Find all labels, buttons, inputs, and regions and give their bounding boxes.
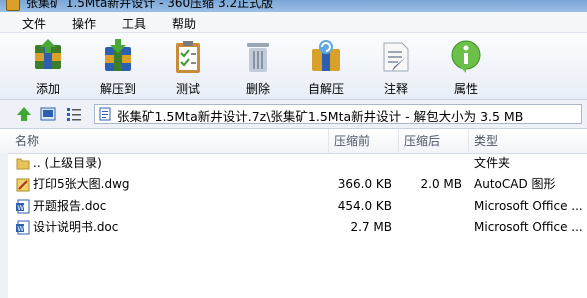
extract-to-label: 解压到 xyxy=(99,82,136,96)
file-list-header: 名称 压缩前 压缩后 类型 xyxy=(0,129,587,154)
delete-trash-icon xyxy=(247,43,269,72)
self-extract-button[interactable]: 自解压 xyxy=(296,35,356,97)
doc-file-icon: W xyxy=(16,199,30,214)
table-row[interactable]: W 开题报告.doc 454.0 KB Microsoft Office ... xyxy=(0,196,587,217)
view-thumbnail-icon[interactable] xyxy=(40,106,56,122)
file-size-before: 454.0 KB xyxy=(337,199,392,213)
file-size-after xyxy=(400,196,462,217)
file-size-after xyxy=(400,153,462,174)
menu-help[interactable]: 帮助 xyxy=(172,15,196,32)
menu-bar: 文件 操作 工具 帮助 xyxy=(0,12,587,33)
app-icon xyxy=(6,0,20,11)
properties-button[interactable]: 属性 xyxy=(436,35,496,97)
path-field[interactable]: 张集矿1.5Mta新井设计.7z\张集矿1.5Mta新井设计 - 解包大小为 3… xyxy=(94,104,582,124)
extract-to-icon xyxy=(105,39,131,71)
column-before[interactable]: 压缩前 xyxy=(328,129,398,153)
column-name[interactable]: 名称 xyxy=(10,129,328,153)
comment-label: 注释 xyxy=(383,82,408,96)
test-label: 测试 xyxy=(175,82,200,96)
add-button[interactable]: 添加 xyxy=(18,35,78,97)
table-row[interactable]: 打印5张大图.dwg 366.0 KB 2.0 MB AutoCAD 图形 xyxy=(0,174,587,195)
menu-tools[interactable]: 工具 xyxy=(122,15,146,32)
menu-operation[interactable]: 操作 xyxy=(72,15,96,32)
title-bar: 张集矿 1.5Mta新井设计 - 360压缩 3.2正式版 xyxy=(0,0,587,12)
self-extract-icon xyxy=(312,40,340,71)
properties-label: 属性 xyxy=(453,82,478,96)
file-size-after xyxy=(400,217,462,238)
add-archive-icon xyxy=(35,39,61,69)
file-size-before xyxy=(330,153,392,174)
file-size-before: 2.7 MB xyxy=(350,220,392,234)
delete-button[interactable]: 删除 xyxy=(228,35,288,97)
view-list-icon[interactable] xyxy=(66,106,82,122)
file-name: .. (上级目录) xyxy=(33,156,102,170)
svg-text:W: W xyxy=(17,204,24,212)
file-type: Microsoft Office ... xyxy=(474,199,583,213)
add-label: 添加 xyxy=(35,82,60,96)
file-name: 打印5张大图.dwg xyxy=(33,177,130,191)
extract-to-button[interactable]: 解压到 xyxy=(88,35,148,97)
file-name: 设计说明书.doc xyxy=(33,220,119,234)
dwg-file-icon xyxy=(16,178,30,192)
file-type: 文件夹 xyxy=(474,156,511,170)
test-clipboard-icon xyxy=(176,41,200,73)
self-extract-label: 自解压 xyxy=(307,82,344,96)
column-after[interactable]: 压缩后 xyxy=(398,129,468,153)
file-size-before: 366.0 KB xyxy=(337,177,392,191)
info-properties-icon xyxy=(451,40,481,73)
comment-button[interactable]: 注释 xyxy=(366,35,426,97)
file-name: 开题报告.doc xyxy=(33,199,107,213)
menu-file[interactable]: 文件 xyxy=(22,15,46,32)
doc-file-icon: W xyxy=(16,220,30,235)
window-title: 张集矿 1.5Mta新井设计 - 360压缩 3.2正式版 xyxy=(26,0,274,10)
address-bar: 张集矿1.5Mta新井设计.7z\张集矿1.5Mta新井设计 - 解包大小为 3… xyxy=(0,100,587,129)
column-type[interactable]: 类型 xyxy=(468,129,587,153)
file-type: AutoCAD 图形 xyxy=(474,177,556,191)
toolbar: 添加 解压到 测试 删除 自解压 注释 属性 xyxy=(0,33,587,100)
test-button[interactable]: 测试 xyxy=(158,35,218,97)
table-row[interactable]: W 设计说明书.doc 2.7 MB Microsoft Office ... xyxy=(0,217,587,238)
up-arrow-icon[interactable] xyxy=(16,106,32,122)
path-text: 张集矿1.5Mta新井设计.7z\张集矿1.5Mta新井设计 - 解包大小为 3… xyxy=(117,109,524,124)
comment-icon xyxy=(383,42,409,72)
file-type: Microsoft Office ... xyxy=(474,220,583,234)
file-size-after: 2.0 MB xyxy=(420,177,462,191)
delete-label: 删除 xyxy=(245,82,270,96)
table-row[interactable]: .. (上级目录) 文件夹 xyxy=(0,153,587,174)
folder-icon xyxy=(16,158,30,170)
svg-text:W: W xyxy=(17,225,24,233)
archive-file-icon xyxy=(99,107,111,121)
